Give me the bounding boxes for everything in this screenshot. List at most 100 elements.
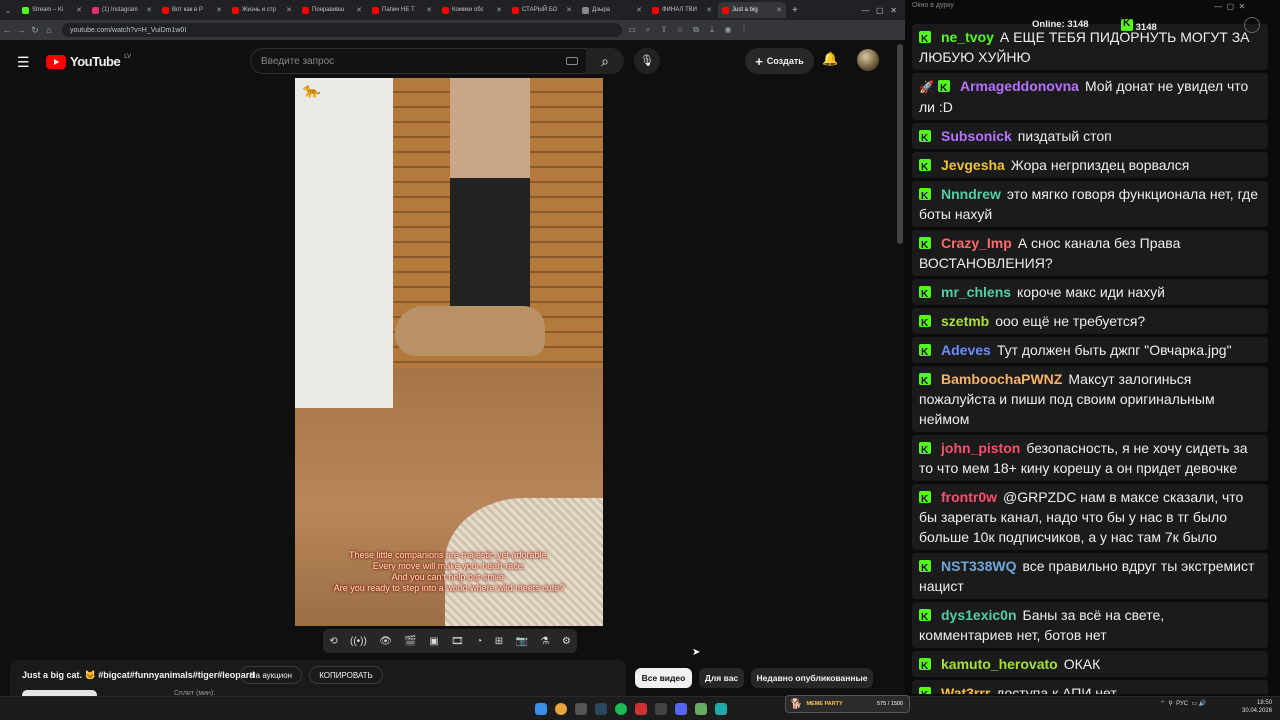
close-icon[interactable]: ✕ bbox=[216, 6, 222, 14]
filter-chip-for-you[interactable]: Для вас bbox=[699, 668, 744, 688]
window-controls[interactable]: — ▢ ✕ bbox=[1214, 2, 1245, 11]
chat-username[interactable]: john_piston bbox=[941, 440, 1020, 456]
chat-username[interactable]: BamboochaPWNZ bbox=[941, 371, 1062, 387]
picture-in-picture-icon[interactable]: ▣ bbox=[429, 636, 438, 647]
network-icon[interactable]: ▭ bbox=[1191, 701, 1197, 707]
notifications-bell-icon[interactable]: 🔔 bbox=[822, 51, 838, 67]
app-icon[interactable] bbox=[695, 703, 707, 715]
chat-username[interactable]: Subsonick bbox=[941, 128, 1012, 144]
install-icon[interactable]: ▭ bbox=[626, 25, 638, 35]
tray-chevron-icon[interactable]: ⌃ bbox=[1160, 701, 1165, 707]
close-icon[interactable]: ✕ bbox=[76, 6, 82, 14]
browser-tab[interactable]: Just a big ✕ bbox=[718, 2, 786, 18]
browser-tab[interactable]: Понравивш ✕ bbox=[298, 2, 366, 18]
chat-username[interactable]: mr_chlens bbox=[941, 284, 1011, 300]
auction-button[interactable]: На аукцион bbox=[240, 666, 302, 684]
chat-username[interactable]: Crazy_Imp bbox=[941, 235, 1012, 251]
browser-tab[interactable]: Вот как в Р ✕ bbox=[158, 2, 226, 18]
obs-icon[interactable] bbox=[655, 703, 667, 715]
chat-username[interactable]: NST338WQ bbox=[941, 558, 1016, 574]
tab-search-icon[interactable]: ⌄ bbox=[0, 6, 16, 15]
youtube-logo[interactable]: YouTube LV bbox=[46, 54, 131, 69]
page-scrollbar[interactable] bbox=[897, 44, 903, 244]
close-icon[interactable]: ✕ bbox=[146, 6, 152, 14]
browser-tab[interactable]: ФИНАЛ ТВИ ✕ bbox=[648, 2, 716, 18]
volume-icon[interactable]: 🔊 bbox=[1199, 701, 1206, 707]
home-icon[interactable]: ⌂ bbox=[42, 25, 56, 35]
close-icon[interactable]: ✕ bbox=[426, 6, 432, 14]
clapper-icon[interactable]: 🎬 bbox=[404, 636, 416, 647]
taskbar-clock[interactable]: 18:50 30.04.2026 bbox=[1242, 699, 1272, 715]
chat-username[interactable]: szetmb bbox=[941, 313, 989, 329]
browser-tab[interactable]: Папич НЕ Т ✕ bbox=[368, 2, 436, 18]
chat-username[interactable]: Nnndrew bbox=[941, 186, 1001, 202]
zoom-icon[interactable]: ⌕ bbox=[642, 25, 654, 35]
keyboard-icon[interactable] bbox=[566, 57, 578, 65]
profile-icon[interactable]: ◉ bbox=[722, 25, 734, 35]
filter-chip-recent[interactable]: Недавно опубликованные bbox=[751, 668, 873, 688]
watch-icon[interactable]: 👁 bbox=[379, 636, 392, 647]
chat-username[interactable]: kamuto_herovato bbox=[941, 656, 1058, 672]
extension-icon[interactable]: ⧉ bbox=[690, 25, 702, 35]
create-button[interactable]: + Создать bbox=[745, 48, 814, 74]
speed-gauge-icon[interactable]: ◔ bbox=[476, 636, 482, 647]
bookmark-star-icon[interactable]: ☆ bbox=[674, 25, 686, 35]
browser-tab[interactable]: (1) Instagram ✕ bbox=[88, 2, 156, 18]
chat-username[interactable]: frontr0w bbox=[941, 489, 997, 505]
window-controls[interactable]: — ▢ ✕ bbox=[861, 6, 897, 15]
browser-tab[interactable]: СТАРЫЙ БО ✕ bbox=[508, 2, 576, 18]
close-icon[interactable]: ✕ bbox=[286, 6, 292, 14]
telegram-icon[interactable] bbox=[715, 703, 727, 715]
chat-settings-icon[interactable] bbox=[1244, 17, 1260, 33]
voice-search-button[interactable]: 🎙 bbox=[634, 48, 660, 74]
avatar[interactable] bbox=[857, 49, 879, 71]
discord-icon[interactable] bbox=[675, 703, 687, 715]
new-tab-icon[interactable]: + bbox=[792, 5, 798, 16]
menu-icon[interactable]: ⋮ bbox=[738, 25, 750, 35]
copy-button[interactable]: КОПИРОВАТЬ bbox=[309, 666, 383, 684]
close-icon[interactable]: ✕ bbox=[566, 6, 572, 14]
opera-icon[interactable] bbox=[635, 703, 647, 715]
chat-message: BamboochaPWNZМаксут залогинься пожалуйст… bbox=[912, 366, 1268, 432]
gear-icon[interactable]: ⚙ bbox=[562, 636, 571, 647]
loop-icon[interactable]: ⟲ bbox=[329, 636, 337, 647]
language-indicator[interactable]: РУС bbox=[1176, 701, 1188, 707]
add-frame-icon[interactable]: ⊞ bbox=[495, 636, 503, 647]
chat-username[interactable]: Armageddonovna bbox=[960, 78, 1079, 94]
chat-username[interactable]: Adeves bbox=[941, 342, 991, 358]
chrome-icon[interactable] bbox=[555, 703, 567, 715]
chat-username[interactable]: ne_tvoy bbox=[941, 29, 994, 45]
flask-icon[interactable]: ⚗ bbox=[540, 636, 549, 647]
chat-username[interactable]: dys1exic0n bbox=[941, 607, 1017, 623]
share-icon[interactable]: ⇪ bbox=[658, 25, 670, 35]
camera-icon[interactable]: 📷 bbox=[516, 636, 528, 647]
back-icon[interactable]: ← bbox=[0, 25, 14, 35]
filter-chip-all[interactable]: Все видео bbox=[635, 668, 692, 688]
url-field[interactable]: youtube.com/watch?v=H_VuiDm1w0I bbox=[62, 23, 622, 37]
forward-icon[interactable]: → bbox=[14, 25, 28, 35]
chat-username[interactable]: Wat3rrr bbox=[941, 685, 990, 694]
chat-username[interactable]: Jevgesha bbox=[941, 157, 1005, 173]
steam-icon[interactable] bbox=[595, 703, 607, 715]
video-player[interactable]: 🐆 These little companions are majestic y… bbox=[295, 78, 603, 626]
hamburger-menu-icon[interactable]: ☰ bbox=[17, 54, 30, 71]
close-icon[interactable]: ✕ bbox=[496, 6, 502, 14]
usb-icon[interactable]: ⚲ bbox=[1168, 701, 1172, 707]
browser-tab[interactable]: Комики обс ✕ bbox=[438, 2, 506, 18]
meme-party-widget[interactable]: 🐕 MEME PARTY 575 / 1500 bbox=[785, 695, 910, 713]
browser-tab[interactable]: Stream – Ki ✕ bbox=[18, 2, 86, 18]
reload-icon[interactable]: ↻ bbox=[28, 25, 42, 36]
download-icon[interactable]: ⤓ bbox=[706, 25, 718, 35]
audio-waves-icon[interactable]: ((•)) bbox=[350, 636, 367, 647]
browser-tab[interactable]: Дзыра ✕ bbox=[578, 2, 646, 18]
close-icon[interactable]: ✕ bbox=[356, 6, 362, 14]
file-explorer-icon[interactable] bbox=[575, 703, 587, 715]
film-icon[interactable]: 🎞 bbox=[451, 636, 464, 647]
spotify-icon[interactable] bbox=[615, 703, 627, 715]
windows-start-icon[interactable] bbox=[535, 703, 547, 715]
close-icon[interactable]: ✕ bbox=[636, 6, 642, 14]
search-button[interactable]: ⌕ bbox=[586, 48, 624, 74]
browser-tab[interactable]: Жизнь и стр ✕ bbox=[228, 2, 296, 18]
close-icon[interactable]: ✕ bbox=[706, 6, 712, 14]
close-icon[interactable]: ✕ bbox=[776, 6, 782, 14]
